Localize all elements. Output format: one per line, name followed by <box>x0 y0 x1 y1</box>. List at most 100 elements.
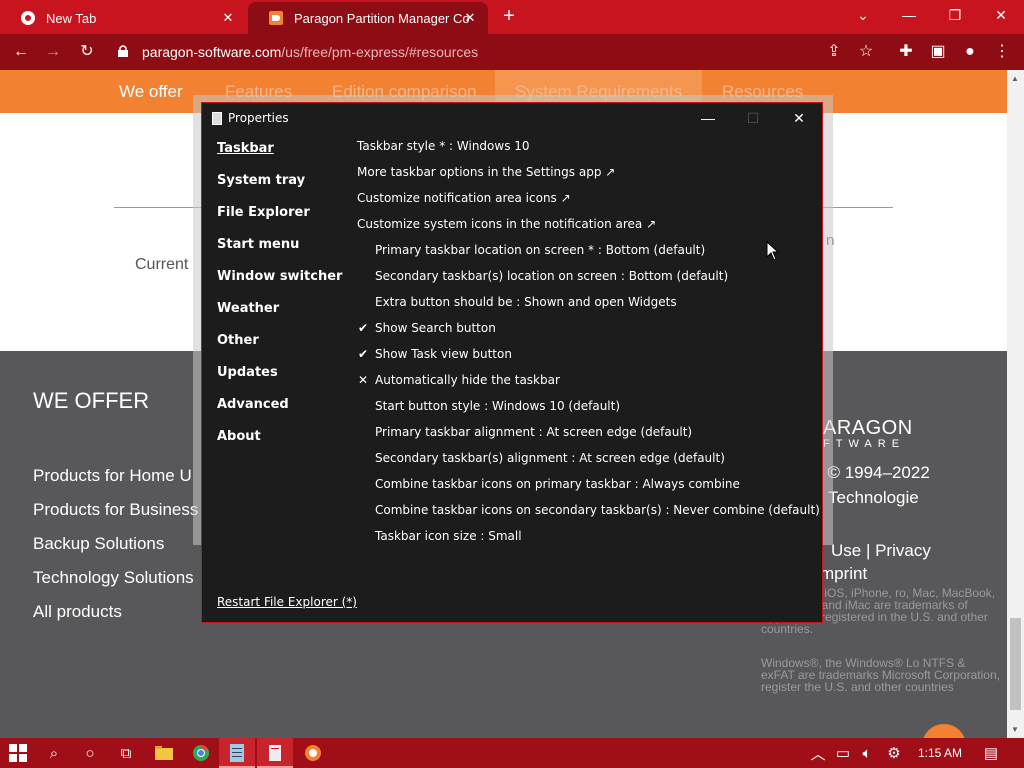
explorer-patcher-icon[interactable] <box>265 743 285 763</box>
chrome-icon <box>21 11 35 25</box>
footer-link-home[interactable]: Products for Home U <box>33 466 192 486</box>
tab-search-icon[interactable]: ⌄ <box>851 5 875 25</box>
option-row[interactable]: Start button style : Windows 10 (default… <box>375 399 620 413</box>
properties-dialog: Properties — ☐ ✕ Taskbar System tray File … <box>201 102 823 623</box>
footer-heading: WE OFFER <box>33 388 150 413</box>
settings-gear-icon[interactable]: ⚙ <box>884 743 904 763</box>
close-tab-icon[interactable]: ✕ <box>462 10 478 26</box>
option-row[interactable]: Extra button should be : Shown and open … <box>375 295 677 309</box>
paragon-favicon-icon <box>269 11 283 25</box>
dialog-maximize-button: ☐ <box>746 110 760 126</box>
profile-icon[interactable]: ● <box>959 41 981 63</box>
restart-file-explorer-link[interactable]: Restart File Explorer (*) <box>217 595 357 609</box>
option-row[interactable]: Show Task view button <box>375 347 512 361</box>
option-row[interactable]: Customize notification area icons ↗ <box>357 191 571 205</box>
new-tab-button[interactable]: + <box>500 6 518 26</box>
address-bar[interactable]: paragon-software.com/us/free/pm-express/… <box>110 38 886 66</box>
sidebar-item-window-switcher[interactable]: Window switcher <box>217 269 342 284</box>
scroll-to-top-button[interactable]: ↑ <box>922 724 966 738</box>
option-row[interactable]: Automatically hide the taskbar <box>375 373 560 387</box>
network-icon[interactable]: ▭ <box>833 743 853 763</box>
chrome-icon[interactable] <box>191 743 211 763</box>
extensions-icon[interactable]: ✚ <box>895 41 917 63</box>
properties-window-icon <box>212 112 222 125</box>
scroll-up-arrow-icon[interactable]: ▲ <box>1011 74 1019 83</box>
option-row[interactable]: Combine taskbar icons on primary taskbar… <box>375 477 740 491</box>
option-row[interactable]: Taskbar icon size : Small <box>375 529 522 543</box>
clock[interactable]: 1:15 AM <box>918 746 962 760</box>
file-explorer-icon[interactable] <box>154 743 174 763</box>
reload-button[interactable]: ↻ <box>76 41 98 63</box>
option-row[interactable]: More taskbar options in the Settings app… <box>357 165 615 179</box>
footer-link-all-products[interactable]: All products <box>33 602 122 622</box>
scrollbar-thumb[interactable] <box>1010 618 1021 710</box>
url-text: paragon-software.com/us/free/pm-express/… <box>142 44 478 60</box>
checkmark-icon: ✔ <box>358 347 369 361</box>
copyright-text: t © 1994–2022 <box>818 463 930 482</box>
windows-start-icon[interactable] <box>8 743 28 763</box>
option-row[interactable]: Secondary taskbar(s) location on screen … <box>375 269 728 283</box>
page-scrollbar[interactable]: ▲ ▼ <box>1007 70 1024 738</box>
menu-kebab-icon[interactable]: ⋮ <box>991 41 1013 63</box>
sidebar-item-taskbar[interactable]: Taskbar <box>217 141 274 156</box>
dialog-title: Properties <box>228 111 289 125</box>
option-row[interactable]: Customize system icons in the notificati… <box>357 217 656 231</box>
paragon-icon[interactable] <box>303 743 323 763</box>
volume-icon[interactable]: 🔈︎ <box>857 743 877 763</box>
paragon-logo-subtitle: FTWARE <box>823 438 906 450</box>
browser-tab-strip: New Tab ✕ Paragon Partition Manager Comm… <box>0 0 1024 34</box>
option-row[interactable]: Primary taskbar alignment : At screen ed… <box>375 425 692 439</box>
option-row[interactable]: Combine taskbar icons on secondary taskb… <box>375 503 820 517</box>
option-row[interactable]: Primary taskbar location on screen * : B… <box>375 243 705 257</box>
sidebar-item-start-menu[interactable]: Start menu <box>217 237 299 252</box>
notepad-icon[interactable] <box>227 743 247 763</box>
content-text: Current <box>135 256 189 273</box>
dialog-minimize-button[interactable]: — <box>695 108 721 128</box>
bookmark-star-icon[interactable]: ☆ <box>855 41 877 63</box>
search-icon[interactable]: ⌕ <box>44 743 64 763</box>
task-view-icon[interactable]: ⧉ <box>116 743 136 763</box>
close-tab-icon[interactable]: ✕ <box>220 10 236 26</box>
cortana-icon[interactable]: ○ <box>80 743 100 763</box>
side-panel-icon[interactable]: ▣ <box>927 41 949 63</box>
cross-icon: ✕ <box>358 373 369 387</box>
lock-icon <box>118 45 128 57</box>
option-row[interactable]: Taskbar style * : Windows 10 <box>357 139 530 153</box>
windows-trademark-notice: Windows®, the Windows® Lo NTFS & exFAT a… <box>761 656 1000 694</box>
show-hidden-icons-icon[interactable]: ︿ <box>808 743 828 763</box>
paragon-logo: ARAGON <box>823 417 913 439</box>
option-row[interactable]: Show Search button <box>375 321 496 335</box>
tab-paragon[interactable]: Paragon Partition Manager Comm ✕ <box>248 2 488 34</box>
footer-link-business[interactable]: Products for Business <box>33 500 198 520</box>
tab-title: New Tab <box>46 10 97 26</box>
dialog-close-button[interactable]: ✕ <box>786 108 812 128</box>
sidebar-item-file-explorer[interactable]: File Explorer <box>217 205 310 220</box>
sidebar-item-system-tray[interactable]: System tray <box>217 173 305 188</box>
tab-new-tab[interactable]: New Tab ✕ <box>0 2 246 34</box>
back-button[interactable]: ← <box>10 41 32 63</box>
restore-button[interactable]: ❐ <box>943 5 967 25</box>
company-text: Technologie <box>828 488 919 507</box>
sidebar-item-other[interactable]: Other <box>217 333 259 348</box>
sidebar-item-weather[interactable]: Weather <box>217 301 279 316</box>
share-icon[interactable]: ⇪ <box>823 41 845 63</box>
tab-title: Paragon Partition Manager Comm <box>294 10 470 26</box>
close-window-button[interactable]: ✕ <box>989 5 1013 25</box>
footer-link-technology[interactable]: Technology Solutions <box>33 568 194 588</box>
terms-privacy-links[interactable]: Use | Privacy <box>831 541 931 561</box>
footer-link-backup[interactable]: Backup Solutions <box>33 534 164 554</box>
forward-button[interactable]: → <box>42 41 64 63</box>
scroll-down-arrow-icon[interactable]: ▼ <box>1011 725 1019 734</box>
notification-center-icon[interactable]: ▤ <box>981 743 1001 763</box>
windows-taskbar: ⌕ ○ ⧉ ︿ ▭ 🔈︎ ⚙ 1:15 AM ▤ <box>0 738 1024 768</box>
mouse-cursor-icon <box>766 241 780 261</box>
sidebar-item-advanced[interactable]: Advanced <box>217 397 289 412</box>
browser-toolbar: ← → ↻ paragon-software.com/us/free/pm-ex… <box>0 34 1024 70</box>
sidebar-item-updates[interactable]: Updates <box>217 365 278 380</box>
imprint-link[interactable]: mprint <box>820 564 867 584</box>
nav-we-offer[interactable]: We offer <box>119 82 183 102</box>
minimize-button[interactable]: — <box>897 5 921 25</box>
sidebar-item-about[interactable]: About <box>217 429 261 444</box>
option-row[interactable]: Secondary taskbar(s) alignment : At scre… <box>375 451 725 465</box>
checkmark-icon: ✔ <box>358 321 369 335</box>
